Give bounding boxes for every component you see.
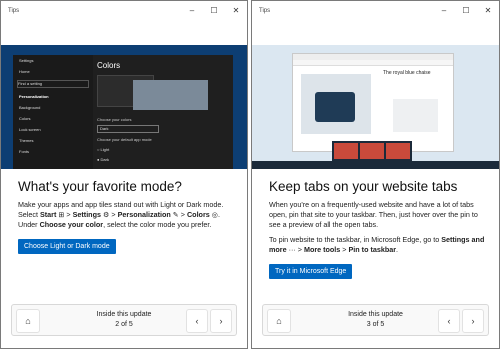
radio-dark-label: Dark xyxy=(100,157,109,162)
close-icon[interactable]: ✕ xyxy=(477,1,499,20)
sep: > xyxy=(109,210,118,219)
tip-content: Keep tabs on your website tabs When you'… xyxy=(269,179,487,279)
product-thumbnail xyxy=(393,99,438,132)
bold-more-tools: More tools xyxy=(303,245,341,254)
tip-heading: What's your favorite mode? xyxy=(18,179,182,194)
settings-nav-fonts: Fonts xyxy=(19,149,30,154)
settings-search-placeholder: Find a setting xyxy=(18,81,43,86)
chair-seat xyxy=(315,92,355,122)
pager: ‹ › xyxy=(186,309,232,333)
maximize-icon[interactable]: ☐ xyxy=(203,1,225,20)
page-indicator: 3 of 5 xyxy=(366,321,385,328)
settings-title: Settings xyxy=(19,58,34,63)
settings-pane: Colors Choose your colors Dark Choose yo… xyxy=(93,55,233,169)
settings-pane-title: Colors xyxy=(97,61,121,70)
choose-colors-label: Choose your colors xyxy=(97,117,132,122)
browser-window-screenshot: The royal blue chaise xyxy=(292,53,454,152)
bold-choose-color: Choose your color xyxy=(39,220,104,229)
bold-settings: Settings xyxy=(72,210,101,219)
product-title: The royal blue chaise xyxy=(383,70,431,76)
tips-footer: ⌂ Inside this update 2 of 5 ‹ › xyxy=(11,304,237,336)
window-title: Tips xyxy=(259,7,271,14)
taskbar-tab-previews xyxy=(332,141,412,161)
window-title: Tips xyxy=(8,7,20,14)
theme-preview-light xyxy=(133,80,208,110)
footer-label: Inside this update xyxy=(348,311,403,318)
hero-image: The royal blue chaise xyxy=(252,45,499,169)
settings-home: Home xyxy=(19,69,30,74)
text-segment: > xyxy=(340,245,349,254)
chevron-left-icon[interactable]: ‹ xyxy=(438,309,460,333)
chevron-right-icon[interactable]: › xyxy=(210,309,232,333)
chevron-left-icon[interactable]: ‹ xyxy=(186,309,208,333)
maximize-icon[interactable]: ☐ xyxy=(455,1,477,20)
tip-paragraph-1: When you're on a frequently-used website… xyxy=(269,200,478,229)
tab-preview xyxy=(360,143,384,159)
bold-personalization: Personalization xyxy=(117,210,171,219)
settings-nav-colors: Colors xyxy=(19,116,31,121)
title-bar: Tips – ☐ ✕ xyxy=(1,1,247,20)
tip-content: What's your favorite mode? Make your app… xyxy=(18,179,235,254)
pager: ‹ › xyxy=(438,309,484,333)
radio-light: ○ Light xyxy=(97,147,110,152)
tips-footer: ⌂ Inside this update 3 of 5 ‹ › xyxy=(262,304,489,336)
tab-preview xyxy=(386,143,410,159)
tips-window-right: Tips – ☐ ✕ The royal blue chaise Keep ta… xyxy=(251,0,500,349)
window-controls: – ☐ ✕ xyxy=(433,1,499,20)
settings-nav-themes: Themes xyxy=(19,138,34,143)
tip-paragraph-2: To pin website to the taskbar, in Micros… xyxy=(269,235,487,255)
settings-nav-background: Background xyxy=(19,105,41,110)
sep: > xyxy=(64,210,73,219)
text-segment: , select the color mode you prefer. xyxy=(103,220,212,229)
page-indicator: 2 of 5 xyxy=(115,321,133,328)
settings-section: Personalization xyxy=(19,94,49,99)
tips-window-left: Tips – ☐ ✕ Settings Home Find a setting … xyxy=(0,0,248,349)
footer-info: Inside this update 2 of 5 xyxy=(97,310,152,330)
tip-paragraph: Make your apps and app tiles stand out w… xyxy=(18,200,235,230)
text-segment: ··· > xyxy=(286,245,304,254)
settings-nav-lock-screen: Lock screen xyxy=(19,127,41,132)
sep: > xyxy=(178,210,187,219)
hero-image: Settings Home Find a setting Personaliza… xyxy=(1,45,247,169)
footer-info: Inside this update 3 of 5 xyxy=(348,310,403,330)
taskbar xyxy=(252,161,499,169)
footer-label: Inside this update xyxy=(96,311,152,318)
minimize-icon[interactable]: – xyxy=(181,1,203,20)
app-mode-label: Choose your default app mode xyxy=(97,137,152,142)
home-icon[interactable]: ⌂ xyxy=(16,309,40,333)
minimize-icon[interactable]: – xyxy=(433,1,455,20)
radio-dark: ● Dark xyxy=(97,157,109,162)
radio-light-label: Light xyxy=(100,147,110,152)
choose-colors-dropdown: Dark xyxy=(97,125,159,133)
close-icon[interactable]: ✕ xyxy=(225,1,247,20)
title-bar: Tips – ☐ ✕ xyxy=(252,1,499,20)
home-icon[interactable]: ⌂ xyxy=(267,309,291,333)
bold-start: Start xyxy=(39,210,57,219)
settings-sidebar: Settings Home Find a setting Personaliza… xyxy=(13,55,93,169)
tip-heading: Keep tabs on your website tabs xyxy=(269,179,458,194)
text-segment: To pin website to the taskbar, in Micros… xyxy=(269,235,442,244)
bold-colors: Colors xyxy=(186,210,210,219)
browser-address-bar xyxy=(293,60,453,66)
tab-preview xyxy=(334,143,358,159)
window-controls: – ☐ ✕ xyxy=(181,1,247,20)
settings-search: Find a setting xyxy=(17,80,89,88)
choose-colors-value: Dark xyxy=(100,126,109,131)
choose-mode-button[interactable]: Choose Light or Dark mode xyxy=(18,239,116,254)
try-edge-button[interactable]: Try it in Microsoft Edge xyxy=(269,264,353,279)
text-segment: . xyxy=(396,245,399,254)
chevron-right-icon[interactable]: › xyxy=(462,309,484,333)
bold-pin-to-taskbar: Pin to taskbar xyxy=(348,245,397,254)
settings-window-screenshot: Settings Home Find a setting Personaliza… xyxy=(13,55,233,169)
